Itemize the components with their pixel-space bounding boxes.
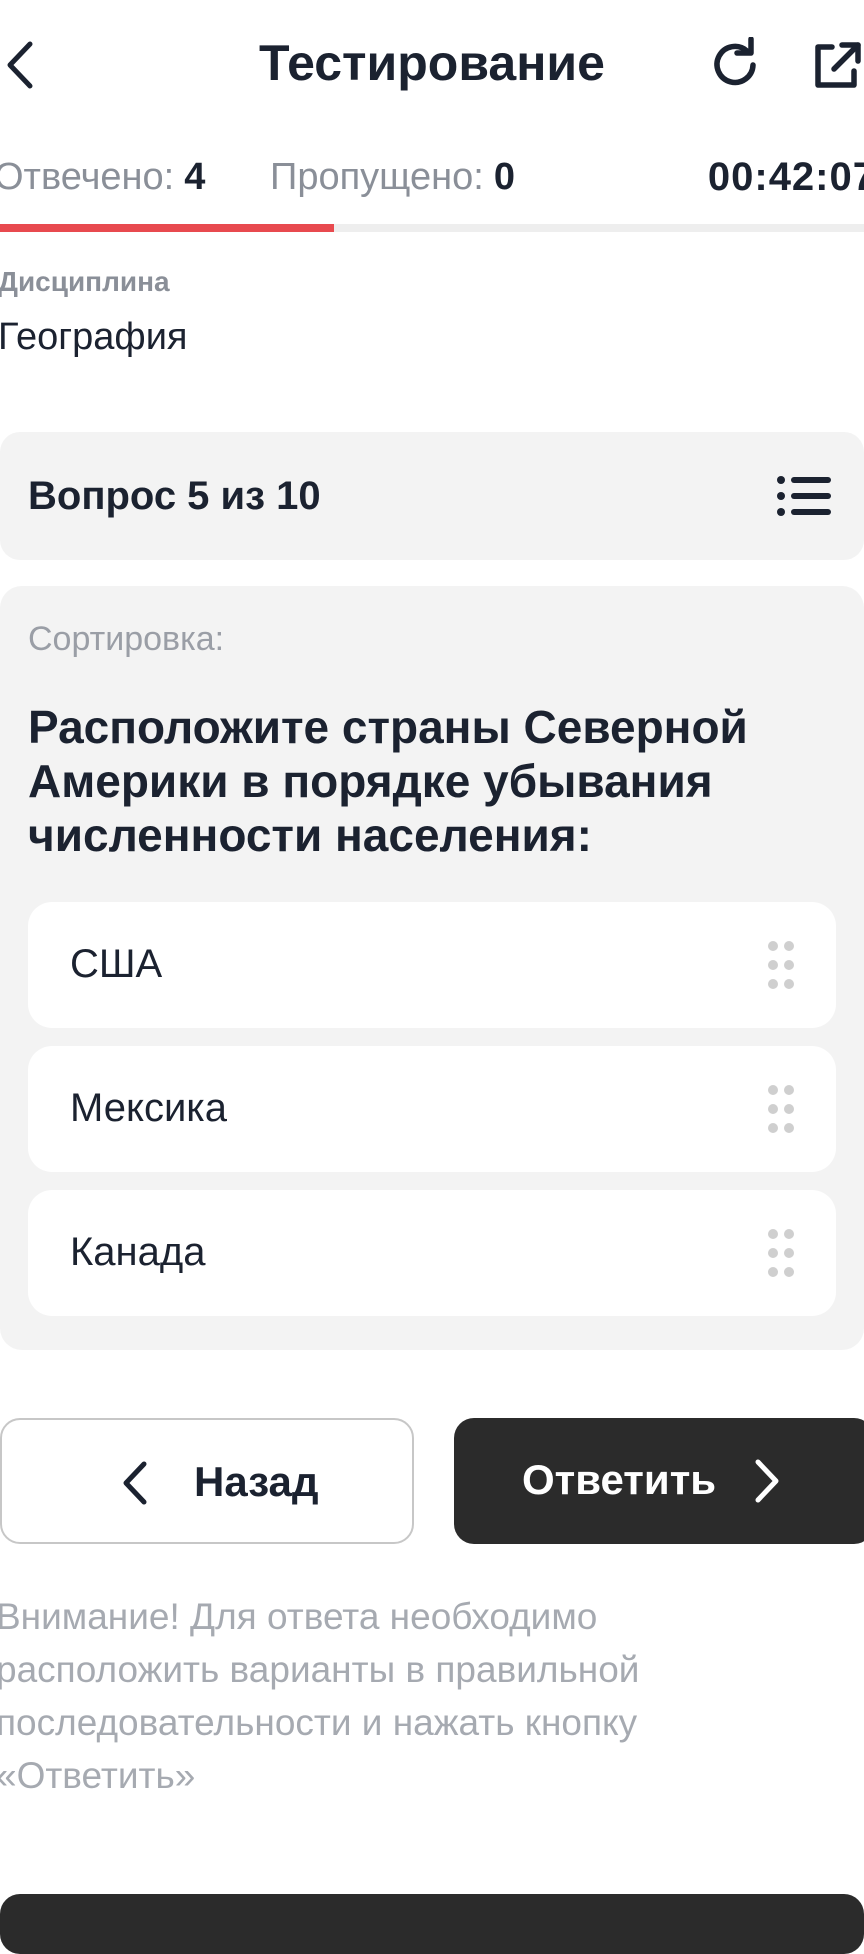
question-text: Расположите страны Северной Америки в по… bbox=[28, 701, 748, 861]
chevron-right-icon bbox=[755, 1459, 779, 1503]
discipline-value: География bbox=[0, 316, 188, 358]
back-button[interactable]: Назад bbox=[0, 1418, 414, 1544]
sort-option[interactable]: Мексика bbox=[28, 1046, 836, 1172]
answer-button-label: Ответить bbox=[522, 1456, 717, 1503]
sort-option[interactable]: Канада bbox=[28, 1190, 836, 1316]
drag-handle-icon[interactable] bbox=[766, 1228, 796, 1278]
option-label: США bbox=[70, 942, 163, 986]
timer: 00:42:07 bbox=[707, 155, 864, 199]
progress-fill bbox=[0, 224, 334, 232]
sort-option[interactable]: США bbox=[28, 902, 836, 1028]
answered-label: Отвечено: bbox=[0, 156, 175, 198]
instruction-notice: Внимание! Для ответа необходимо располож… bbox=[0, 1596, 640, 1796]
list-icon bbox=[777, 476, 831, 516]
discipline-label: Дисциплина bbox=[0, 266, 170, 297]
skipped-count: 0 bbox=[493, 156, 515, 198]
refresh-button[interactable] bbox=[700, 30, 770, 100]
back-button-label: Назад bbox=[194, 1458, 319, 1505]
question-counter: Вопрос 5 из 10 bbox=[28, 474, 321, 518]
drag-handle-icon[interactable] bbox=[766, 940, 796, 990]
external-link-icon bbox=[815, 42, 861, 88]
bottom-bar bbox=[0, 1894, 864, 1954]
skipped-status: Пропущено: 0 bbox=[270, 156, 515, 199]
drag-handle-icon[interactable] bbox=[766, 1084, 796, 1134]
question-type-label: Сортировка: bbox=[28, 620, 225, 658]
answer-button[interactable]: Ответить bbox=[454, 1418, 864, 1544]
question-list-button[interactable] bbox=[770, 466, 840, 526]
answered-status: Отвечено: 4 bbox=[0, 156, 205, 199]
option-label: Канада bbox=[70, 1230, 206, 1274]
answered-count: 4 bbox=[184, 156, 206, 198]
option-label: Мексика bbox=[70, 1086, 227, 1130]
chevron-left-icon bbox=[123, 1461, 147, 1505]
open-external-button[interactable] bbox=[808, 30, 864, 100]
skipped-label: Пропущено: bbox=[270, 156, 484, 198]
refresh-icon bbox=[714, 37, 756, 86]
